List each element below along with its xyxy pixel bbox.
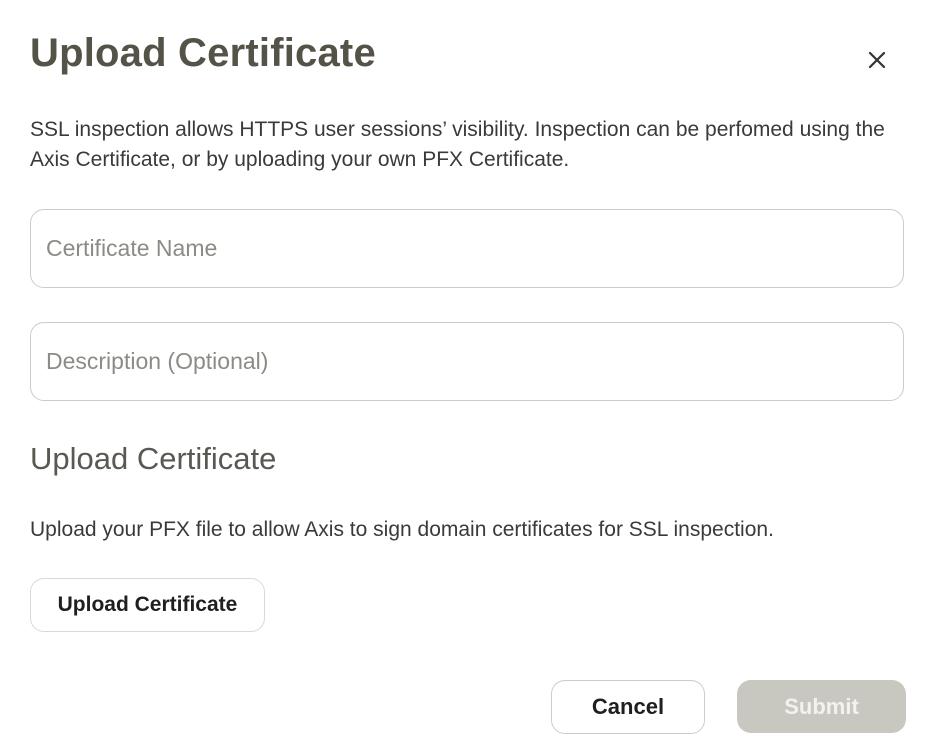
- upload-section-heading: Upload Certificate: [30, 441, 277, 476]
- upload-section-text: Upload your PFX file to allow Axis to si…: [30, 518, 774, 541]
- certificate-name-field: [30, 209, 904, 288]
- certificate-name-input[interactable]: [31, 210, 903, 287]
- description-field: [30, 322, 904, 401]
- intro-text: SSL inspection allows HTTPS user session…: [30, 118, 885, 171]
- upload-certificate-dialog: Upload Certificate SSL inspection allows…: [0, 0, 936, 750]
- submit-button[interactable]: Submit: [737, 680, 906, 733]
- dialog-title: Upload Certificate: [30, 31, 376, 75]
- description-input[interactable]: [31, 323, 903, 400]
- close-icon: [868, 51, 886, 69]
- cancel-button[interactable]: Cancel: [551, 680, 705, 734]
- upload-certificate-button[interactable]: Upload Certificate: [30, 578, 265, 632]
- close-button[interactable]: [858, 36, 896, 74]
